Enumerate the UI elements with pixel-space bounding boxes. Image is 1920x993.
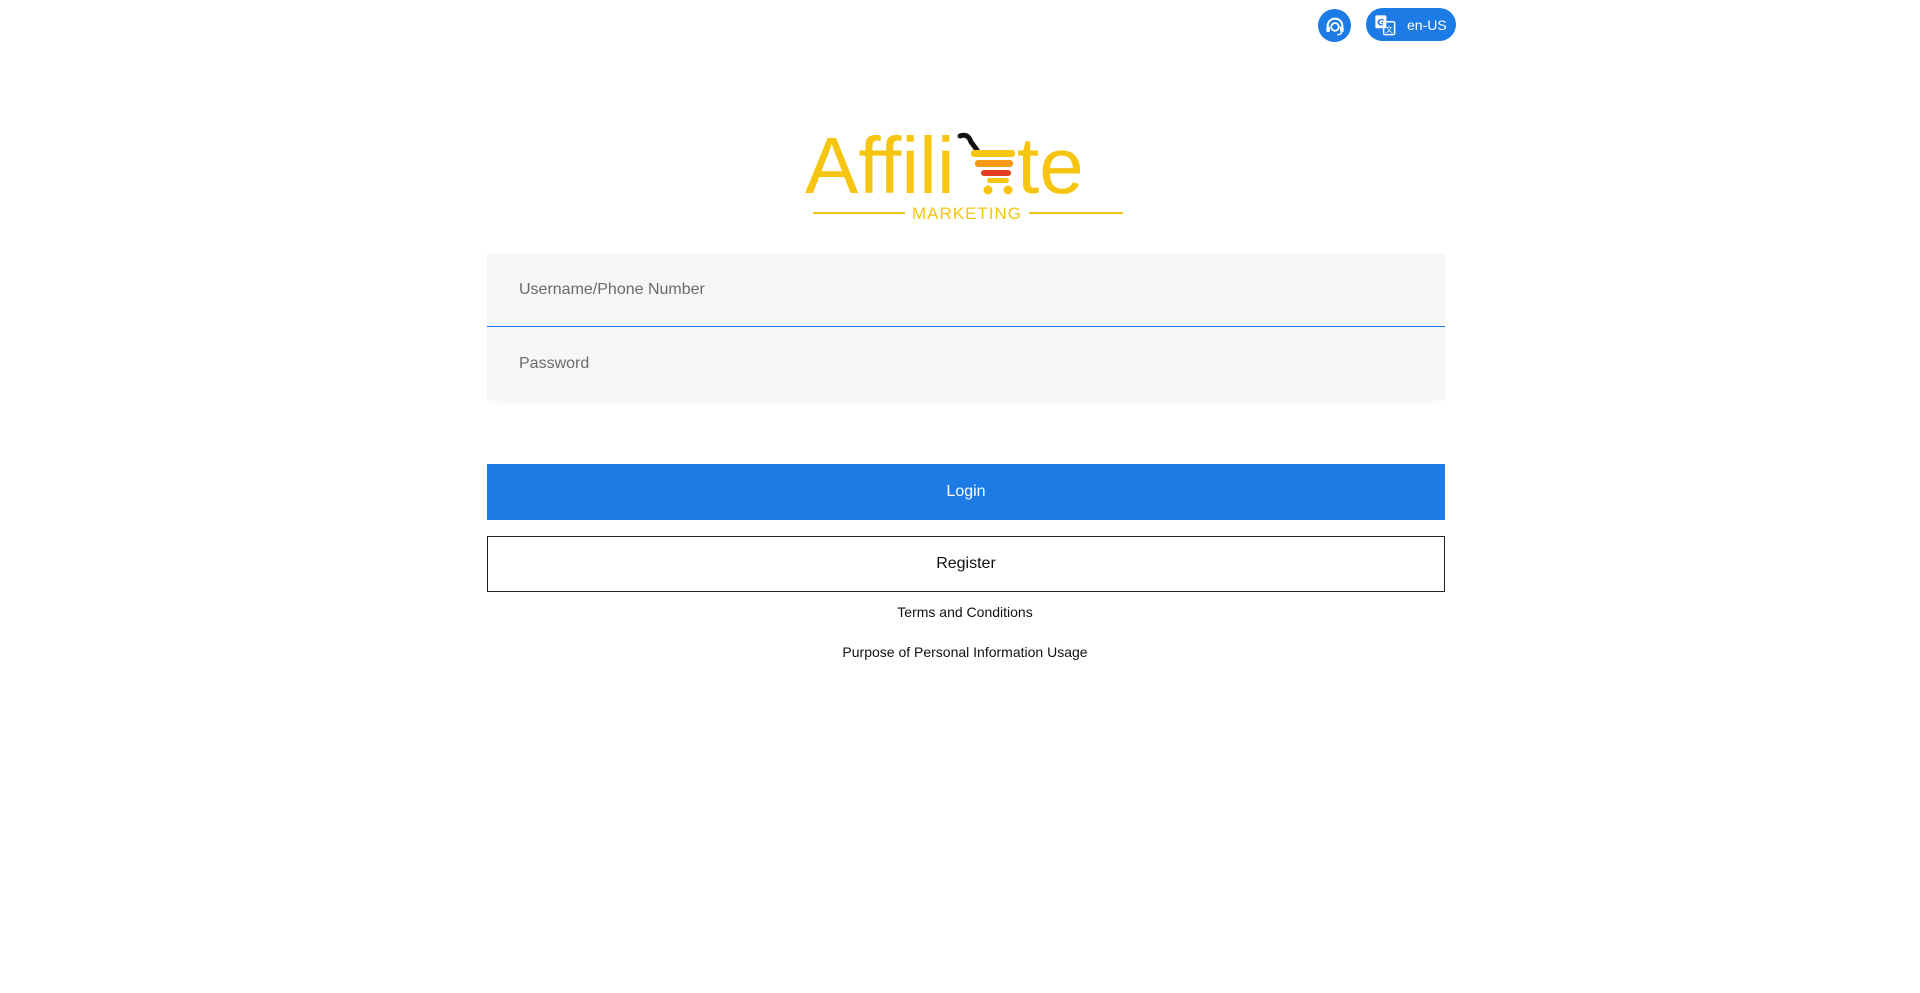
customer-support-button[interactable] — [1318, 9, 1351, 42]
language-label: en-US — [1407, 16, 1447, 33]
headset-icon — [1325, 17, 1344, 35]
svg-text:文: 文 — [1385, 24, 1393, 33]
svg-text:Affili: Affili — [805, 125, 955, 210]
svg-text:MARKETING: MARKETING — [912, 204, 1022, 223]
translate-icon: G 文 — [1373, 13, 1397, 37]
username-field-wrapper — [487, 254, 1445, 327]
login-button[interactable]: Login — [487, 464, 1445, 520]
login-page: G 文 en-US Affili te MARKETING Username/P… — [0, 0, 1920, 993]
shopping-cart-icon — [957, 132, 1015, 195]
personal-info-usage-link[interactable]: Purpose of Personal Information Usage — [0, 644, 1920, 660]
terms-and-conditions-link[interactable]: Terms and Conditions — [0, 604, 1920, 620]
password-field-wrapper — [487, 327, 1445, 400]
username-input[interactable] — [519, 254, 1413, 326]
login-form — [487, 254, 1445, 400]
language-selector-button[interactable]: G 文 en-US — [1366, 8, 1456, 41]
svg-text:te: te — [1017, 125, 1084, 210]
register-button[interactable]: Register — [487, 536, 1445, 592]
password-input[interactable] — [519, 327, 1413, 400]
affiliate-marketing-logo: Affili te MARKETING — [805, 121, 1130, 225]
